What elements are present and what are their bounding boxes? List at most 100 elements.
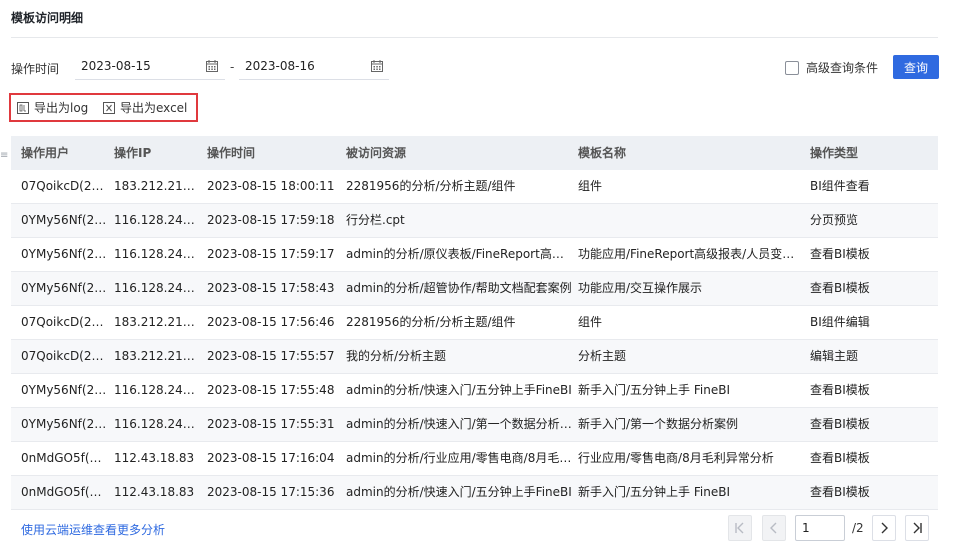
cell-resource: 我的分析/分析主题	[346, 349, 447, 363]
column-header-template: 模板名称	[578, 146, 627, 160]
table-row[interactable]: 0YMy56Nf(2281956) 116.128.246.2 2023-08-…	[11, 272, 938, 306]
column-header-resource: 被访问资源	[346, 146, 407, 160]
cell-time: 2023-08-15 17:59:17	[207, 247, 335, 261]
table-row[interactable]: 0YMy56Nf(2281956) 116.128.246.2 2023-08-…	[11, 238, 938, 272]
cell-resource: admin的分析/快速入门/五分钟上手FineBI	[346, 383, 572, 397]
export-log-button[interactable]: 导出为log	[17, 99, 88, 116]
cell-resource: 2281956的分析/分析主题/组件	[346, 315, 516, 329]
cloud-ops-more-link[interactable]: 使用云端运维查看更多分析	[21, 521, 165, 538]
excel-file-icon	[103, 101, 115, 114]
prev-page-button[interactable]	[762, 515, 786, 541]
cell-ip: 116.128.246.2	[114, 213, 201, 227]
cell-ip: 116.128.246.2	[114, 417, 201, 431]
cell-time: 2023-08-15 17:15:36	[207, 485, 335, 499]
cell-type: BI组件编辑	[810, 315, 870, 329]
advanced-query-label: 高级查询条件	[806, 61, 879, 75]
cell-user: 0YMy56Nf(2281956)	[21, 383, 109, 397]
cell-resource: admin的分析/快速入门/五分钟上手FineBI	[346, 485, 572, 499]
last-page-button[interactable]	[905, 515, 929, 541]
cell-time: 2023-08-15 17:55:48	[207, 383, 335, 397]
cell-ip: 116.128.246.2	[114, 281, 201, 295]
cell-user: 0YMy56Nf(2281956)	[21, 281, 109, 295]
export-log-label: 导出为log	[34, 101, 89, 115]
table-row[interactable]: 07QoikcD(2281956) 183.212.217.226 2023-0…	[11, 340, 938, 374]
end-date-value: 2023-08-16	[245, 59, 315, 73]
cell-type: 查看BI模板	[810, 485, 870, 499]
cell-time: 2023-08-15 17:59:18	[207, 213, 335, 227]
page-title: 模板访问明细	[11, 11, 84, 25]
cell-type: BI组件查看	[810, 179, 870, 193]
column-header-user: 操作用户	[21, 146, 70, 160]
cell-user: 07QoikcD(2281956)	[21, 349, 109, 363]
cell-user: 0YMy56Nf(2281956)	[21, 417, 109, 431]
cell-template: 新手入门/五分钟上手 FineBI	[578, 383, 730, 397]
query-button[interactable]: 查询	[893, 55, 939, 79]
table-body: 07QoikcD(2281956) 183.212.217.226 2023-0…	[11, 170, 938, 510]
cell-user: 0nMdGO5f(2281956)	[21, 485, 109, 499]
table-row[interactable]: 07QoikcD(2281956) 183.212.217.226 2023-0…	[11, 170, 938, 204]
cell-user: 07QoikcD(2281956)	[21, 179, 109, 193]
cell-template: 功能应用/FineReport高级报表/人员变动分析	[578, 247, 803, 261]
end-date-input[interactable]: 2023-08-16	[239, 53, 389, 80]
column-header-type: 操作类型	[810, 146, 859, 160]
cell-type: 分页预览	[810, 213, 859, 227]
access-detail-table: 操作用户 操作IP 操作时间 被访问资源 模板名称 操作类型 07QoikcD(…	[11, 136, 938, 510]
column-header-ip: 操作IP	[114, 146, 152, 160]
cell-type: 查看BI模板	[810, 247, 870, 261]
advanced-query-checkbox[interactable]	[785, 60, 799, 75]
table-row[interactable]: 0YMy56Nf(2281956) 116.128.246.2 2023-08-…	[11, 408, 938, 442]
cell-template: 行业应用/零售电商/8月毛利异常分析	[578, 451, 774, 465]
first-page-button[interactable]	[728, 515, 752, 541]
resize-handle-icon[interactable]: ≡	[0, 150, 8, 161]
cell-resource: admin的分析/原仪表板/FineReport高级报表/人员变动分析	[346, 247, 572, 261]
first-page-icon	[735, 522, 744, 534]
cell-resource: 2281956的分析/分析主题/组件	[346, 179, 516, 193]
cell-type: 编辑主题	[810, 349, 859, 363]
cell-ip: 116.128.246.2	[114, 247, 201, 261]
table-row[interactable]: 0YMy56Nf(2281956) 116.128.246.2 2023-08-…	[11, 204, 938, 238]
last-page-icon	[913, 522, 922, 534]
cell-template: 组件	[578, 179, 603, 193]
cell-template: 分析主题	[578, 349, 627, 363]
cell-type: 查看BI模板	[810, 383, 870, 397]
export-excel-label: 导出为excel	[120, 101, 188, 115]
start-date-input[interactable]: 2023-08-15	[75, 53, 225, 80]
next-page-button[interactable]	[872, 515, 896, 541]
cell-template: 新手入门/五分钟上手 FineBI	[578, 485, 730, 499]
table-row[interactable]: 0nMdGO5f(2281956) 112.43.18.83 2023-08-1…	[11, 442, 938, 476]
column-header-time: 操作时间	[207, 146, 256, 160]
cell-user: 07QoikcD(2281956)	[21, 315, 109, 329]
cell-time: 2023-08-15 18:00:11	[207, 179, 335, 193]
cell-resource: admin的分析/行业应用/零售电商/8月毛利异常分析	[346, 451, 572, 465]
cell-template: 新手入门/第一个数据分析案例	[578, 417, 739, 431]
advanced-query-toggle[interactable]: 高级查询条件	[785, 59, 878, 76]
cell-time: 2023-08-15 17:56:46	[207, 315, 335, 329]
cell-resource: 行分栏.cpt	[346, 213, 405, 227]
calendar-icon[interactable]	[206, 60, 218, 72]
log-file-icon	[17, 101, 29, 114]
cell-ip: 116.128.246.2	[114, 383, 201, 397]
cell-ip: 112.43.18.83	[114, 451, 195, 465]
cell-time: 2023-08-15 17:58:43	[207, 281, 335, 295]
cell-template: 功能应用/交互操作展示	[578, 281, 703, 295]
table-header: 操作用户 操作IP 操作时间 被访问资源 模板名称 操作类型	[11, 136, 938, 170]
cell-time: 2023-08-15 17:55:57	[207, 349, 335, 363]
cell-ip: 183.212.217.226	[114, 315, 201, 329]
export-excel-button[interactable]: 导出为excel	[103, 99, 187, 116]
cell-type: 查看BI模板	[810, 451, 870, 465]
table-row[interactable]: 0YMy56Nf(2281956) 116.128.246.2 2023-08-…	[11, 374, 938, 408]
page-number-input[interactable]: 1	[795, 515, 845, 541]
cell-template: 组件	[578, 315, 603, 329]
start-date-value: 2023-08-15	[81, 59, 151, 73]
table-row[interactable]: 07QoikcD(2281956) 183.212.217.226 2023-0…	[11, 306, 938, 340]
table-row[interactable]: 0nMdGO5f(2281956) 112.43.18.83 2023-08-1…	[11, 476, 938, 510]
calendar-icon[interactable]	[371, 60, 383, 72]
total-pages-label: /2	[852, 521, 864, 535]
next-page-icon	[881, 522, 888, 534]
cell-user: 0nMdGO5f(2281956)	[21, 451, 109, 465]
cell-resource: admin的分析/超管协作/帮助文档配套案例	[346, 281, 572, 295]
cell-ip: 112.43.18.83	[114, 485, 195, 499]
date-range-separator: -	[230, 60, 235, 74]
time-filter-label: 操作时间	[11, 62, 60, 76]
cell-type: 查看BI模板	[810, 417, 870, 431]
